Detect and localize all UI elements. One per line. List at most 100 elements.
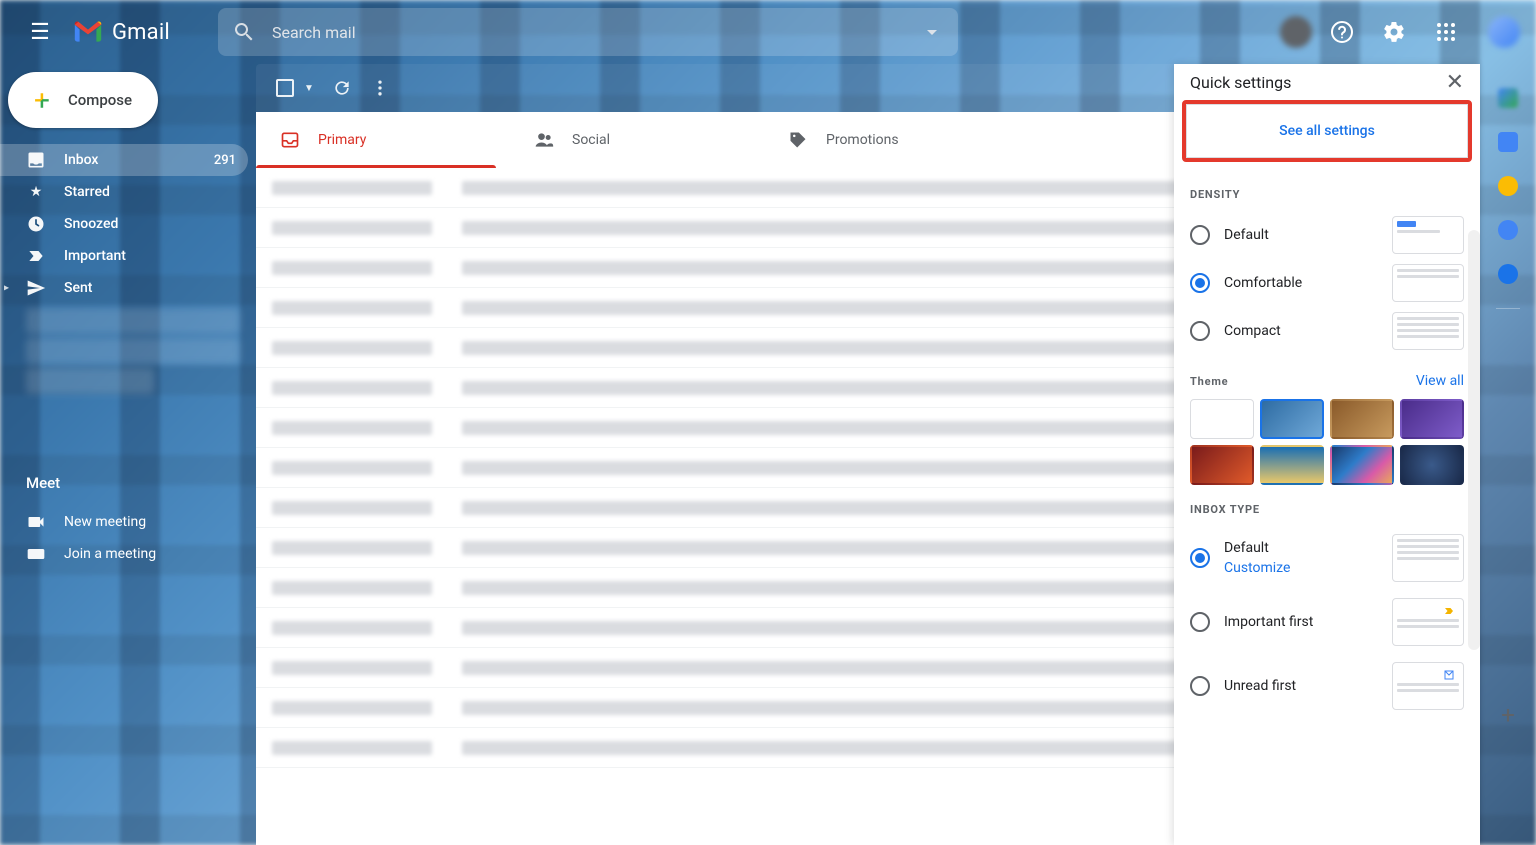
side-panel-rail: + (1480, 64, 1536, 845)
main-menu-button[interactable]: ☰ (16, 8, 64, 56)
side-app-keep[interactable] (1498, 176, 1518, 196)
star-icon: ★ (26, 182, 46, 202)
account-avatar[interactable] (1488, 16, 1520, 48)
inbox-icon (26, 150, 46, 170)
clock-icon (26, 214, 46, 234)
nav-important[interactable]: Important (0, 240, 248, 272)
radio-icon[interactable] (1190, 548, 1210, 568)
side-app-tasks[interactable] (1498, 220, 1518, 240)
gmail-logo-icon (72, 20, 104, 44)
quick-settings-panel: Quick settings ✕ See all settings Densit… (1174, 64, 1480, 845)
see-all-highlight: See all settings (1182, 100, 1472, 162)
nav-label: Sent (64, 280, 92, 296)
theme-view-all-link[interactable]: View all (1416, 373, 1464, 389)
theme-header-row: Theme View all (1190, 373, 1464, 389)
video-icon (26, 512, 46, 532)
inbox-type-heading: Inbox type (1190, 503, 1464, 516)
theme-tile[interactable] (1400, 445, 1464, 485)
inbox-type-default[interactable]: Default Customize (1190, 526, 1464, 590)
support-button[interactable] (1320, 10, 1364, 54)
app-name: Gmail (112, 20, 170, 45)
close-button[interactable]: ✕ (1446, 70, 1464, 95)
radio-icon[interactable] (1190, 273, 1210, 293)
nav-snoozed[interactable]: Snoozed (0, 208, 248, 240)
search-placeholder: Search mail (272, 23, 904, 42)
settings-button[interactable] (1372, 10, 1416, 54)
tag-icon (788, 130, 808, 150)
tab-label: Social (572, 132, 610, 148)
inbox-type-important-first[interactable]: Important first (1190, 590, 1464, 654)
divider (1496, 308, 1520, 309)
quick-settings-header: Quick settings ✕ (1174, 64, 1480, 100)
sidebar: Compose Inbox 291 ★ Starred Snoozed Impo… (0, 64, 256, 845)
redacted-label (26, 338, 240, 364)
account-indicator[interactable] (1280, 16, 1312, 48)
menu-icon: ☰ (30, 20, 50, 45)
side-app-contacts[interactable] (1498, 264, 1518, 284)
mail-icon (1441, 669, 1457, 681)
important-icon (26, 246, 46, 266)
radio-icon[interactable] (1190, 321, 1210, 341)
search-bar[interactable]: Search mail (218, 8, 958, 56)
tab-primary[interactable]: Primary (256, 112, 510, 168)
nav-label: Snoozed (64, 216, 118, 232)
tab-label: Primary (318, 132, 366, 148)
send-icon (26, 278, 46, 298)
tab-social[interactable]: Social (510, 112, 764, 168)
join-meeting-button[interactable]: Join a meeting (26, 538, 256, 570)
density-option-comfortable[interactable]: Comfortable (1190, 259, 1464, 307)
customize-link[interactable]: Customize (1224, 560, 1378, 576)
new-meeting-button[interactable]: New meeting (26, 506, 256, 538)
plus-icon (30, 88, 54, 112)
nav-inbox[interactable]: Inbox 291 (0, 144, 248, 176)
radio-icon[interactable] (1190, 225, 1210, 245)
redacted-label (26, 308, 240, 334)
meet-section: Meet New meeting Join a meeting (0, 474, 256, 570)
nav-starred[interactable]: ★ Starred (0, 176, 248, 208)
header-actions (1280, 10, 1520, 54)
radio-icon[interactable] (1190, 612, 1210, 632)
theme-heading: Theme (1190, 375, 1228, 388)
search-options-dropdown[interactable] (920, 20, 944, 44)
see-all-settings-button[interactable]: See all settings (1186, 104, 1468, 158)
density-preview-default (1392, 216, 1464, 254)
theme-tile[interactable] (1190, 445, 1254, 485)
inbox-type-unread-first[interactable]: Unread first (1190, 654, 1464, 718)
search-icon (232, 20, 256, 44)
compose-button[interactable]: Compose (8, 72, 158, 128)
inbox-count: 291 (214, 153, 236, 168)
inbox-preview-default (1392, 534, 1464, 582)
select-dropdown-caret[interactable]: ▼ (304, 83, 314, 94)
google-apps-button[interactable] (1424, 10, 1468, 54)
add-side-app-button[interactable]: + (1496, 701, 1520, 725)
select-all-checkbox[interactable] (276, 79, 294, 97)
quick-settings-body[interactable]: Density Default Comfortable Compact Them… (1174, 170, 1480, 845)
quick-settings-title: Quick settings (1190, 73, 1291, 92)
important-icon (1441, 605, 1457, 617)
density-heading: Density (1190, 188, 1464, 201)
density-option-compact[interactable]: Compact (1190, 307, 1464, 355)
side-app-calendar[interactable] (1498, 132, 1518, 152)
side-app-avatar[interactable] (1498, 88, 1518, 108)
scrollbar[interactable] (1468, 230, 1480, 650)
nav-sent[interactable]: ▸ Sent (0, 272, 248, 304)
inbox-preview-important (1392, 598, 1464, 646)
theme-tile[interactable] (1260, 445, 1324, 485)
theme-tile[interactable] (1330, 445, 1394, 485)
nav-label: Starred (64, 184, 110, 200)
theme-tile[interactable] (1330, 399, 1394, 439)
nav-label: Important (64, 248, 126, 264)
theme-tile[interactable] (1400, 399, 1464, 439)
gmail-logo[interactable]: Gmail (72, 20, 170, 45)
tab-promotions[interactable]: Promotions (764, 112, 1018, 168)
theme-tile[interactable] (1190, 399, 1254, 439)
refresh-button[interactable] (332, 78, 352, 98)
meet-heading: Meet (26, 474, 256, 492)
expand-caret-icon[interactable]: ▸ (4, 283, 9, 294)
theme-tile[interactable] (1260, 399, 1324, 439)
radio-icon[interactable] (1190, 676, 1210, 696)
more-button[interactable] (370, 78, 390, 98)
app-header: ☰ Gmail Search mail (0, 0, 1536, 64)
nav-label: Inbox (64, 152, 98, 168)
density-option-default[interactable]: Default (1190, 211, 1464, 259)
